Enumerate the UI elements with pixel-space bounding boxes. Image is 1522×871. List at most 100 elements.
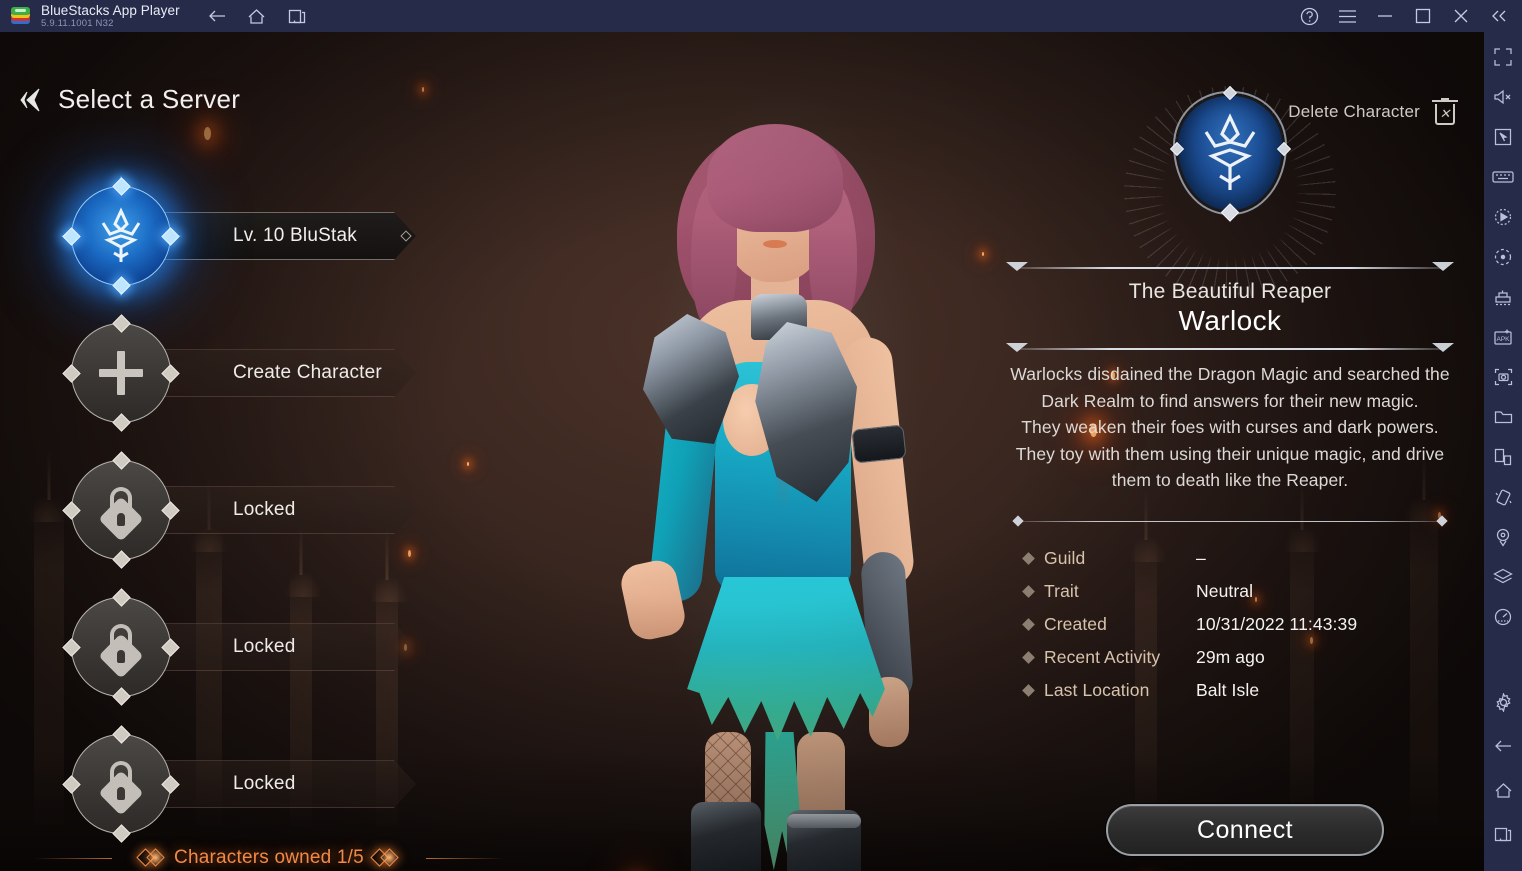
locked-slot-button[interactable] xyxy=(62,588,180,706)
back-to-server-button[interactable] xyxy=(18,85,44,115)
settings-tool[interactable] xyxy=(1488,687,1518,717)
keyboard-controls-tool[interactable] xyxy=(1488,162,1518,192)
connect-button[interactable]: Connect xyxy=(1106,804,1384,856)
layers-tool[interactable] xyxy=(1488,562,1518,592)
character-nameplate[interactable]: Lv. 10 BluStak xyxy=(164,212,416,260)
android-recents[interactable] xyxy=(1488,819,1518,849)
locked-nameplate[interactable]: Locked xyxy=(164,760,416,808)
diamond-bullet-icon xyxy=(1022,551,1035,565)
arrow-left-icon xyxy=(1495,740,1511,752)
locked-slot-button[interactable] xyxy=(62,451,180,569)
bluestacks-window: BlueStacks App Player 5.9.11.1001 N32 Se… xyxy=(0,0,1522,871)
class-emblem-icon xyxy=(94,207,148,265)
keyboard-icon xyxy=(1492,171,1514,183)
bluestacks-logo-icon xyxy=(10,5,32,27)
character-slot-label: Locked xyxy=(233,773,296,794)
volume-tool[interactable] xyxy=(1488,82,1518,112)
window-controls xyxy=(1292,1,1522,31)
page-header: Select a Server xyxy=(18,84,240,115)
screenshot-tool[interactable] xyxy=(1488,362,1518,392)
apk-icon: APK xyxy=(1494,329,1512,345)
close-icon xyxy=(1454,9,1468,23)
android-back[interactable] xyxy=(1488,731,1518,761)
performance-tool[interactable] xyxy=(1488,602,1518,632)
character-stats-list: Guild – Trait Neutral Created 10/31/2022… xyxy=(1000,542,1460,707)
plus-icon xyxy=(97,349,145,397)
gauge-icon xyxy=(1494,608,1512,626)
install-apk-tool[interactable]: APK xyxy=(1488,322,1518,352)
diamond-bullet-icon xyxy=(1022,617,1035,631)
ornament-right-icon xyxy=(370,847,399,869)
character-slot-locked-3[interactable]: Locked xyxy=(62,725,416,843)
create-character-nameplate[interactable]: Create Character xyxy=(164,349,416,397)
layers-icon xyxy=(1493,568,1513,584)
pointer-icon xyxy=(1494,128,1512,146)
characters-owned-label: Characters owned 1/5 xyxy=(174,847,364,868)
mute-speaker-icon xyxy=(1494,89,1511,105)
game-viewport[interactable]: Select a Server Lv. 10 BluStak Create Ch… xyxy=(0,32,1484,871)
stat-label: Created xyxy=(1044,613,1107,634)
recents-icon xyxy=(288,9,305,23)
home-button[interactable] xyxy=(242,3,272,29)
multi-window-tool[interactable] xyxy=(1488,442,1518,472)
fullscreen-tool[interactable] xyxy=(1488,42,1518,72)
minimize-icon xyxy=(1378,15,1392,17)
multi-instance-tool[interactable] xyxy=(1488,282,1518,312)
fullscreen-icon xyxy=(1494,48,1512,66)
android-home[interactable] xyxy=(1488,775,1518,805)
character-slot-locked-1[interactable]: Locked xyxy=(62,451,416,569)
minimize-button[interactable] xyxy=(1368,1,1402,31)
menu-button[interactable] xyxy=(1330,1,1364,31)
locked-nameplate[interactable]: Locked xyxy=(164,486,416,534)
maximize-button[interactable] xyxy=(1406,1,1440,31)
title-bar: BlueStacks App Player 5.9.11.1001 N32 xyxy=(0,0,1522,32)
hamburger-menu-icon xyxy=(1338,9,1356,23)
character-slot-selected[interactable]: Lv. 10 BluStak xyxy=(60,175,416,297)
app-title: BlueStacks App Player xyxy=(41,3,180,18)
locked-slot-button[interactable] xyxy=(62,725,180,843)
home-icon xyxy=(248,8,265,24)
shake-tool[interactable] xyxy=(1488,482,1518,512)
diamond-bullet-icon xyxy=(1022,683,1035,697)
titlebar-nav xyxy=(202,3,312,29)
stat-row: Guild – xyxy=(1022,542,1460,575)
shake-icon xyxy=(1495,489,1512,505)
location-pin-icon xyxy=(1496,528,1510,547)
cursor-tool[interactable] xyxy=(1488,122,1518,152)
stats-divider xyxy=(1000,515,1460,527)
character-slot-locked-2[interactable]: Locked xyxy=(62,588,416,706)
location-tool[interactable] xyxy=(1488,522,1518,552)
create-character-button[interactable] xyxy=(62,314,180,432)
page-title: Select a Server xyxy=(58,84,241,114)
chevron-left-icon xyxy=(20,88,40,111)
camera-icon xyxy=(1494,368,1512,386)
bluestacks-sidebar: APK xyxy=(1484,32,1522,871)
stat-label: Guild xyxy=(1044,547,1086,568)
help-button[interactable] xyxy=(1292,1,1326,31)
character-model xyxy=(565,32,995,871)
collapse-sidebar-button[interactable] xyxy=(1482,1,1516,31)
media-manager-tool[interactable] xyxy=(1488,402,1518,432)
close-button[interactable] xyxy=(1444,1,1478,31)
home-icon xyxy=(1495,782,1511,798)
recents-button[interactable] xyxy=(282,3,312,29)
macro-tool[interactable] xyxy=(1488,202,1518,232)
stat-value: Neutral xyxy=(1196,580,1254,601)
character-info-panel: Delete Character ✕ Warlock Warlocks disd… xyxy=(1000,82,1460,707)
character-slot-label: Create Character xyxy=(233,362,382,383)
stat-row: Trait Neutral xyxy=(1022,575,1460,608)
rotate-icon xyxy=(1494,248,1512,266)
divider-bottom xyxy=(1000,343,1460,353)
character-slot-label: Lv. 10 BluStak xyxy=(233,225,357,246)
stat-value: – xyxy=(1196,547,1206,568)
back-button[interactable] xyxy=(202,3,232,29)
locked-nameplate[interactable]: Locked xyxy=(164,623,416,671)
character-emblem-button[interactable] xyxy=(60,175,182,297)
character-slot-create[interactable]: Create Character xyxy=(62,314,416,432)
gear-icon xyxy=(1495,692,1511,712)
rotate-tool[interactable] xyxy=(1488,242,1518,272)
help-circle-icon xyxy=(1300,7,1318,25)
svg-text:APK: APK xyxy=(1496,336,1510,343)
lock-icon xyxy=(98,487,144,542)
class-name: Warlock xyxy=(1178,305,1282,336)
